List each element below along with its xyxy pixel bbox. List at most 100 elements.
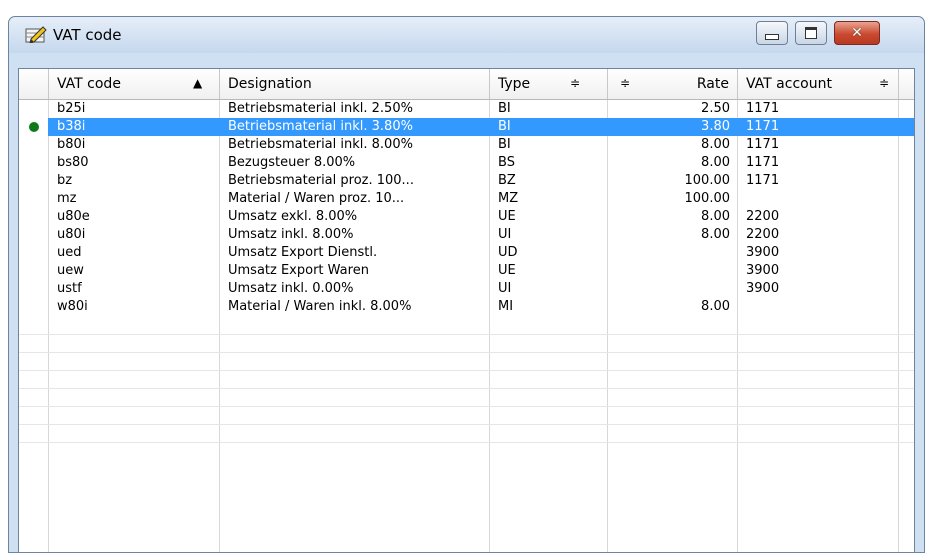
close-icon: ✕ bbox=[851, 25, 863, 41]
cell-rate[interactable]: 3.80 bbox=[608, 118, 738, 136]
cell-designation[interactable]: Umsatz inkl. 8.00% bbox=[220, 226, 490, 244]
cell-vat-account[interactable] bbox=[738, 298, 899, 316]
cell-vat-code[interactable]: w80i bbox=[49, 298, 220, 316]
cell-type[interactable]: BS bbox=[490, 154, 608, 172]
empty-row bbox=[19, 316, 914, 335]
maximize-button[interactable] bbox=[795, 21, 827, 45]
cell-type[interactable]: UE bbox=[490, 208, 608, 226]
cell-type[interactable]: BI bbox=[490, 136, 608, 154]
cell-designation[interactable]: Betriebsmaterial inkl. 3.80% bbox=[220, 118, 490, 136]
empty-row bbox=[19, 406, 914, 425]
cell-vat-account[interactable]: 3900 bbox=[738, 262, 899, 280]
cell-designation[interactable]: Umsatz exkl. 8.00% bbox=[220, 208, 490, 226]
cell-rate[interactable] bbox=[608, 244, 738, 262]
row-selector-header bbox=[19, 69, 49, 99]
cell-designation[interactable]: Bezugsteuer 8.00% bbox=[220, 154, 490, 172]
cell-vat-code[interactable]: ustf bbox=[49, 280, 220, 298]
cell-type[interactable]: BZ bbox=[490, 172, 608, 190]
cell-vat-code[interactable]: b38i bbox=[49, 118, 220, 136]
table-row[interactable]: w80i Material / Waren inkl. 8.00% MI 8.00 bbox=[19, 298, 914, 316]
cell-rate[interactable] bbox=[608, 262, 738, 280]
cell-rate[interactable]: 100.00 bbox=[608, 172, 738, 190]
header-filler bbox=[899, 69, 914, 99]
cell-type[interactable]: BI bbox=[490, 100, 608, 118]
sort-ascending-icon: ▲ bbox=[193, 76, 203, 90]
table-row[interactable]: b25i Betriebsmaterial inkl. 2.50% BI 2.50 11… bbox=[19, 100, 914, 118]
cell-vat-account[interactable]: 3900 bbox=[738, 280, 899, 298]
table-row[interactable]: b38i Betriebsmaterial inkl. 3.80% BI 3.80 11… bbox=[19, 118, 914, 136]
table-row[interactable]: uew Umsatz Export Waren UE 3900 bbox=[19, 262, 914, 280]
current-row-marker-icon bbox=[29, 122, 39, 132]
cell-vat-code[interactable]: uew bbox=[49, 262, 220, 280]
cell-vat-account[interactable]: 2200 bbox=[738, 226, 899, 244]
cell-designation[interactable]: Umsatz Export Dienstl. bbox=[220, 244, 490, 262]
cell-rate[interactable]: 8.00 bbox=[608, 226, 738, 244]
cell-vat-account[interactable]: 1171 bbox=[738, 100, 899, 118]
cell-vat-account[interactable]: 1171 bbox=[738, 118, 899, 136]
sortable-icon: ≑ bbox=[570, 76, 581, 90]
cell-type[interactable]: UI bbox=[490, 226, 608, 244]
table-row[interactable]: u80e Umsatz exkl. 8.00% UE 8.00 2200 bbox=[19, 208, 914, 226]
cell-rate[interactable]: 8.00 bbox=[608, 208, 738, 226]
cell-designation[interactable]: Betriebsmaterial inkl. 8.00% bbox=[220, 136, 490, 154]
cell-rate[interactable]: 8.00 bbox=[608, 154, 738, 172]
cell-vat-code[interactable]: bz bbox=[49, 172, 220, 190]
column-header-rate[interactable]: ≑ Rate bbox=[608, 69, 738, 99]
minimize-button[interactable] bbox=[756, 21, 788, 45]
vat-code-window: VAT code ✕ VAT code ▲ Designation Type ≑… bbox=[8, 16, 925, 553]
table-row[interactable]: b80i Betriebsmaterial inkl. 8.00% BI 8.00 11… bbox=[19, 136, 914, 154]
table-row[interactable]: mz Material / Waren proz. 10... MZ 100.00 bbox=[19, 190, 914, 208]
cell-type[interactable]: UI bbox=[490, 280, 608, 298]
cell-vat-code[interactable]: mz bbox=[49, 190, 220, 208]
cell-designation[interactable]: Umsatz Export Waren bbox=[220, 262, 490, 280]
column-header-designation[interactable]: Designation bbox=[220, 69, 490, 99]
table-row[interactable]: bz Betriebsmaterial proz. 100... BZ 100.00 1… bbox=[19, 172, 914, 190]
table-row[interactable]: u80i Umsatz inkl. 8.00% UI 8.00 2200 bbox=[19, 226, 914, 244]
cell-vat-account[interactable]: 2200 bbox=[738, 208, 899, 226]
cell-rate[interactable]: 100.00 bbox=[608, 190, 738, 208]
column-header-vat-code[interactable]: VAT code ▲ bbox=[49, 69, 220, 99]
cell-vat-code[interactable]: ued bbox=[49, 244, 220, 262]
cell-type[interactable]: UE bbox=[490, 262, 608, 280]
cell-type[interactable]: UD bbox=[490, 244, 608, 262]
column-header-label: VAT code bbox=[57, 76, 121, 92]
cell-designation[interactable]: Umsatz inkl. 0.00% bbox=[220, 280, 490, 298]
cell-type[interactable]: BI bbox=[490, 118, 608, 136]
cell-rate[interactable]: 2.50 bbox=[608, 100, 738, 118]
column-header-label: Designation bbox=[228, 76, 312, 92]
cell-vat-code[interactable]: u80i bbox=[49, 226, 220, 244]
title-bar[interactable]: VAT code ✕ bbox=[9, 17, 924, 53]
cell-designation[interactable]: Betriebsmaterial inkl. 2.50% bbox=[220, 100, 490, 118]
column-header-label: Rate bbox=[696, 76, 729, 92]
cell-designation[interactable]: Material / Waren inkl. 8.00% bbox=[220, 298, 490, 316]
cell-type[interactable]: MI bbox=[490, 298, 608, 316]
cell-rate[interactable] bbox=[608, 280, 738, 298]
close-button[interactable]: ✕ bbox=[834, 21, 880, 45]
cell-rate[interactable]: 8.00 bbox=[608, 136, 738, 154]
cell-type[interactable]: MZ bbox=[490, 190, 608, 208]
sortable-icon: ≑ bbox=[879, 76, 890, 90]
cell-vat-account[interactable]: 1171 bbox=[738, 154, 899, 172]
column-header-label: Type bbox=[498, 76, 531, 92]
sortable-icon: ≑ bbox=[620, 76, 631, 90]
cell-rate[interactable]: 8.00 bbox=[608, 298, 738, 316]
table-row[interactable]: bs80 Bezugsteuer 8.00% BS 8.00 1171 bbox=[19, 154, 914, 172]
cell-designation[interactable]: Material / Waren proz. 10... bbox=[220, 190, 490, 208]
cell-vat-account[interactable]: 3900 bbox=[738, 244, 899, 262]
table-header: VAT code ▲ Designation Type ≑ ≑ Rate VAT… bbox=[19, 69, 914, 100]
cell-vat-account[interactable] bbox=[738, 190, 899, 208]
table-row[interactable]: ustf Umsatz inkl. 0.00% UI 3900 bbox=[19, 280, 914, 298]
cell-vat-code[interactable]: bs80 bbox=[49, 154, 220, 172]
empty-row bbox=[19, 334, 914, 353]
cell-vat-account[interactable]: 1171 bbox=[738, 136, 899, 154]
maximize-icon bbox=[805, 27, 817, 39]
column-header-label: VAT account bbox=[746, 76, 832, 92]
column-header-vat-account[interactable]: VAT account ≑ bbox=[738, 69, 899, 99]
cell-designation[interactable]: Betriebsmaterial proz. 100... bbox=[220, 172, 490, 190]
cell-vat-code[interactable]: u80e bbox=[49, 208, 220, 226]
cell-vat-account[interactable]: 1171 bbox=[738, 172, 899, 190]
cell-vat-code[interactable]: b25i bbox=[49, 100, 220, 118]
cell-vat-code[interactable]: b80i bbox=[49, 136, 220, 154]
table-row[interactable]: ued Umsatz Export Dienstl. UD 3900 bbox=[19, 244, 914, 262]
column-header-type[interactable]: Type ≑ bbox=[490, 69, 608, 99]
